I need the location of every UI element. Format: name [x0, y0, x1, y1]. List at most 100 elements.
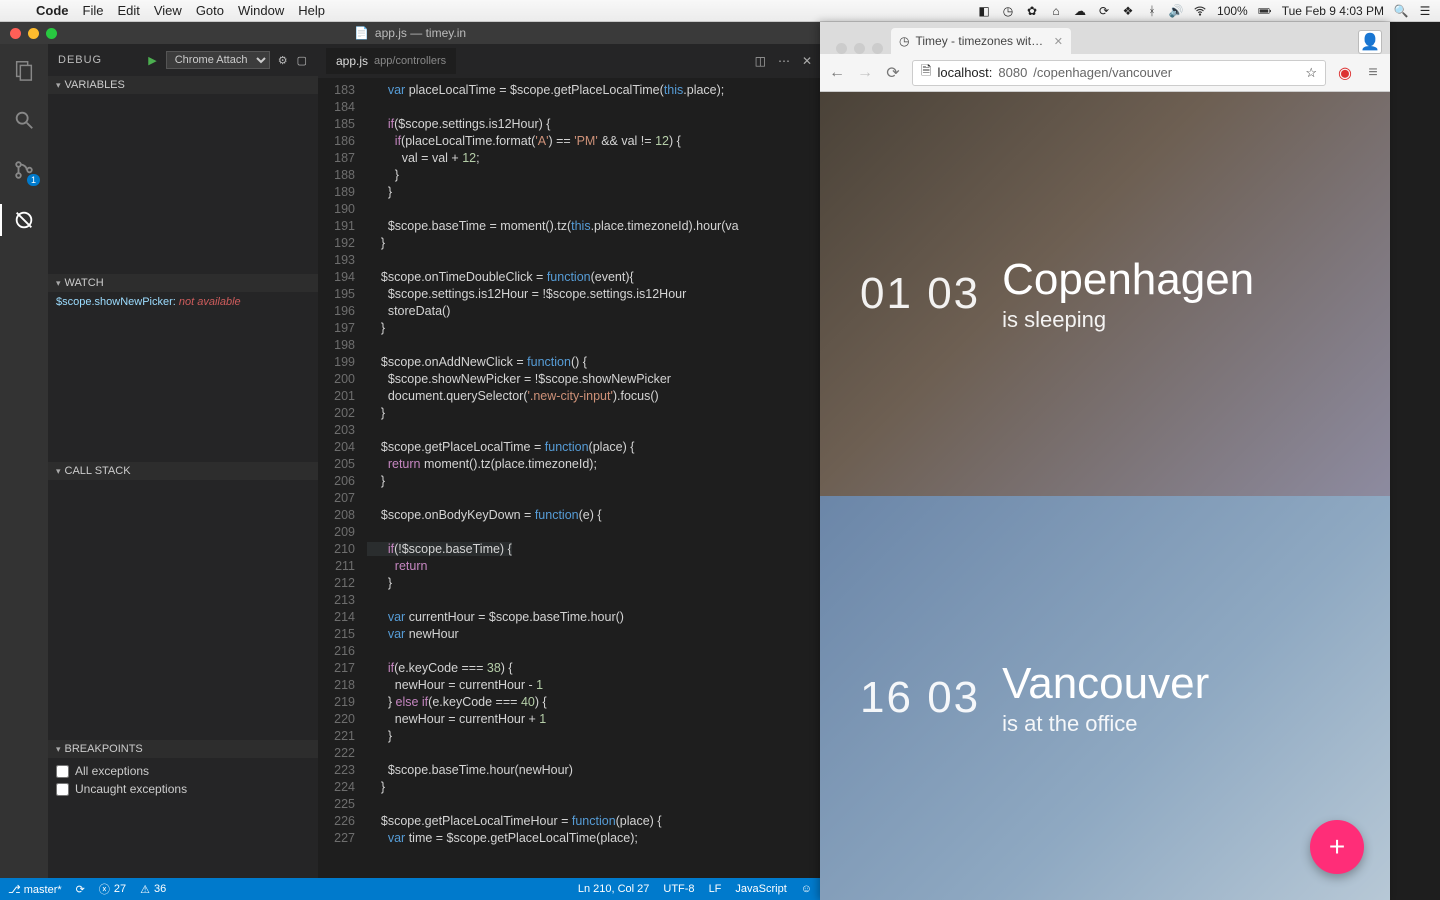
menu-file[interactable]: File [83, 3, 104, 18]
menubar-indicator-icon[interactable]: ◧ [977, 4, 991, 18]
git-badge: 1 [27, 174, 40, 186]
status-language[interactable]: JavaScript [735, 883, 786, 895]
watch-expression[interactable]: $scope.showNewPicker: not available [56, 296, 310, 308]
section-watch[interactable]: WATCH [48, 274, 318, 292]
debug-start-button[interactable]: ▶ [148, 54, 157, 67]
wifi-icon[interactable] [1193, 4, 1207, 18]
chrome-tab[interactable]: ◷ Timey - timezones with a h ✕ [891, 28, 1071, 54]
debug-toolbar: DEBUG ▶ Chrome Attach ⚙ ▢ [48, 44, 318, 76]
city-panel-vancouver[interactable]: 16 03 Vancouver is at the office [820, 496, 1390, 900]
editor-area: app.js app/controllers ◫ ⋯ ✕ 183 184 185… [318, 44, 820, 878]
breakpoints-body: All exceptions Uncaught exceptions [48, 758, 318, 818]
minimap[interactable] [806, 78, 820, 878]
macos-menubar: Code File Edit View Goto Window Help ◧ ◷… [0, 0, 1440, 22]
city-name: Vancouver [1002, 659, 1209, 709]
debug-config-select[interactable]: Chrome Attach [166, 51, 270, 69]
spotlight-icon[interactable]: 🔍 [1394, 4, 1408, 18]
section-callstack[interactable]: CALL STACK [48, 462, 318, 480]
menubar-dropbox-icon[interactable]: ⌂ [1049, 4, 1063, 18]
site-info-icon[interactable]: 🗎 [921, 62, 931, 84]
variables-body [48, 94, 318, 274]
file-icon: 📄 [354, 26, 369, 40]
status-eol[interactable]: LF [709, 883, 722, 895]
split-editor-icon[interactable]: ◫ [755, 54, 766, 68]
status-branch[interactable]: ⎇ master* [8, 883, 62, 896]
chrome-window: ◷ Timey - timezones with a h ✕ 👤 ← → ⟳ 🗎… [820, 22, 1390, 900]
chrome-minimize-button[interactable] [854, 43, 865, 54]
menubar-clock-icon[interactable]: ◷ [1001, 4, 1015, 18]
apple-icon[interactable] [8, 4, 22, 18]
menu-window[interactable]: Window [238, 3, 284, 18]
code-editor[interactable]: 183 184 185 186 187 188 189 190 191 192 … [318, 78, 820, 878]
activity-explorer[interactable] [10, 56, 38, 84]
tab-folder: app/controllers [374, 55, 446, 67]
window-maximize-button[interactable] [46, 28, 57, 39]
more-icon[interactable]: ⋯ [778, 54, 790, 68]
chrome-maximize-button[interactable] [872, 43, 883, 54]
city-minute: 03 [927, 269, 980, 318]
menubar-app-icon[interactable]: ❖ [1121, 4, 1135, 18]
status-sync-icon[interactable]: ⟳ [76, 883, 85, 896]
chrome-profile-button[interactable]: 👤 [1358, 30, 1382, 54]
city-panel-copenhagen[interactable]: 01 03 Copenhagen is sleeping [820, 92, 1390, 496]
city-minute: 03 [927, 673, 980, 722]
chrome-close-button[interactable] [836, 43, 847, 54]
nav-forward-button[interactable]: → [856, 64, 874, 82]
extension-icon[interactable]: ◉ [1336, 63, 1354, 83]
city-hour: 01 [860, 269, 913, 318]
activity-debug[interactable] [10, 206, 38, 234]
bluetooth-icon[interactable]: ᚼ [1145, 4, 1159, 18]
status-encoding[interactable]: UTF-8 [663, 883, 694, 895]
battery-icon[interactable] [1258, 4, 1272, 18]
code-content[interactable]: var placeLocalTime = $scope.getPlaceLoca… [363, 78, 806, 878]
omnibox[interactable]: 🗎 localhost:8080/copenhagen/vancouver ☆ [912, 60, 1326, 86]
menubar-cloud-icon[interactable]: ☁ [1073, 4, 1087, 18]
window-close-button[interactable] [10, 28, 21, 39]
add-city-fab[interactable]: + [1310, 820, 1364, 874]
notification-center-icon[interactable]: ☰ [1418, 4, 1432, 18]
chrome-menu-icon[interactable]: ≡ [1364, 64, 1382, 82]
debug-settings-icon[interactable]: ⚙ [278, 54, 289, 67]
city-name: Copenhagen [1002, 255, 1254, 305]
menubar-clock[interactable]: Tue Feb 9 4:03 PM [1282, 4, 1384, 18]
activity-search[interactable] [10, 106, 38, 134]
bp-uncaught-exceptions[interactable]: Uncaught exceptions [56, 780, 310, 798]
debug-console-icon[interactable]: ▢ [297, 54, 308, 67]
url-path: /copenhagen/vancouver [1033, 65, 1172, 80]
menubar-sync-icon[interactable]: ⟳ [1097, 4, 1111, 18]
menu-view[interactable]: View [154, 3, 182, 18]
menu-goto[interactable]: Goto [196, 3, 224, 18]
status-cursor[interactable]: Ln 210, Col 27 [578, 883, 650, 895]
menubar-evernote-icon[interactable]: ✿ [1025, 4, 1039, 18]
editor-tabbar: app.js app/controllers ◫ ⋯ ✕ [318, 44, 820, 78]
debug-sidebar: DEBUG ▶ Chrome Attach ⚙ ▢ VARIABLES WATC… [48, 44, 318, 878]
status-feedback-icon[interactable]: ☺ [801, 883, 812, 895]
status-warnings[interactable]: ⚠ 36 [140, 883, 166, 896]
chrome-tabstrip: ◷ Timey - timezones with a h ✕ 👤 [820, 22, 1390, 54]
line-gutter: 183 184 185 186 187 188 189 190 191 192 … [318, 78, 363, 878]
nav-reload-button[interactable]: ⟳ [884, 63, 902, 83]
tab-close-icon[interactable]: ✕ [1054, 35, 1063, 48]
close-editor-icon[interactable]: ✕ [802, 54, 812, 68]
bp-uncaught-checkbox[interactable] [56, 783, 69, 796]
battery-percent[interactable]: 100% [1217, 4, 1248, 18]
bp-all-checkbox[interactable] [56, 765, 69, 778]
menu-edit[interactable]: Edit [117, 3, 139, 18]
bookmark-star-icon[interactable]: ☆ [1305, 65, 1317, 81]
bp-all-exceptions[interactable]: All exceptions [56, 762, 310, 780]
window-minimize-button[interactable] [28, 28, 39, 39]
tab-favicon: ◷ [899, 34, 909, 48]
status-errors[interactable]: ⓧ 27 [99, 881, 126, 897]
url-port: 8080 [998, 65, 1027, 80]
menubar-app-name[interactable]: Code [36, 3, 69, 18]
menu-help[interactable]: Help [298, 3, 325, 18]
section-breakpoints[interactable]: BREAKPOINTS [48, 740, 318, 758]
volume-icon[interactable]: 🔊 [1169, 4, 1183, 18]
callstack-body [48, 480, 318, 740]
vscode-titlebar[interactable]: 📄app.js — timey.in [0, 22, 820, 44]
nav-back-button[interactable]: ← [828, 64, 846, 82]
activity-git[interactable]: 1 [10, 156, 38, 184]
editor-tab[interactable]: app.js app/controllers [326, 48, 456, 74]
section-variables[interactable]: VARIABLES [48, 76, 318, 94]
tab-filename: app.js [336, 54, 368, 68]
